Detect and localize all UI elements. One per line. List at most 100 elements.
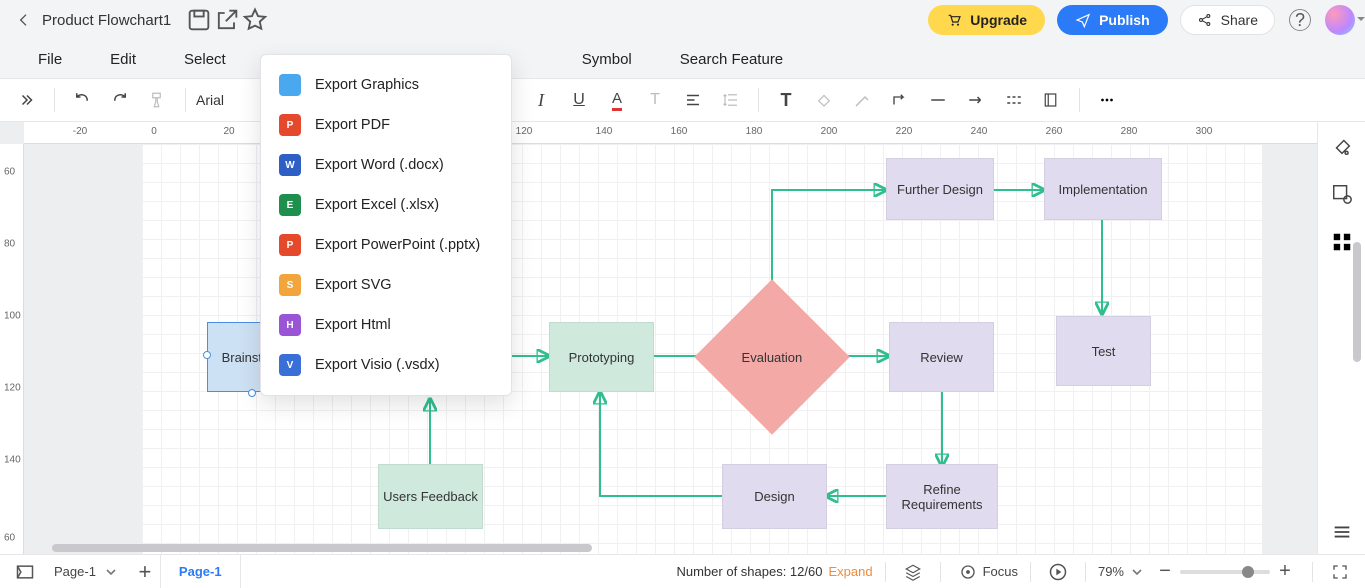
menu-select[interactable]: Select [184, 51, 226, 68]
node-users-feedback[interactable]: Users Feedback [378, 464, 483, 529]
publish-button[interactable]: Publish [1057, 5, 1168, 35]
canvas[interactable]: Brainstorm Prototyping Evaluation Review… [24, 144, 1317, 554]
star-icon[interactable] [241, 6, 269, 34]
back-button[interactable] [10, 6, 38, 34]
connector-style-icon[interactable] [883, 83, 917, 117]
file-type-icon: P [279, 234, 301, 256]
ruler-tick: 300 [1196, 126, 1213, 137]
ruler-tick: 100 [4, 311, 21, 322]
export-menu-label: Export SVG [315, 277, 392, 293]
layout-icon[interactable] [1035, 83, 1069, 117]
node-refine[interactable]: Refine Requirements [886, 464, 998, 529]
ruler-tick: 160 [671, 126, 688, 137]
line-style-icon[interactable] [921, 83, 955, 117]
user-avatar[interactable] [1325, 5, 1355, 35]
ruler-vertical: 60 80 100 120 140 60 [0, 144, 24, 554]
pages-panel-icon[interactable] [10, 557, 40, 587]
open-external-icon[interactable] [213, 6, 241, 34]
export-menu-item[interactable]: SExport SVG [261, 265, 511, 305]
more-icon[interactable] [1090, 83, 1124, 117]
arrow-style-icon[interactable] [959, 83, 993, 117]
expand-link[interactable]: Expand [828, 564, 872, 579]
export-menu-item[interactable]: VExport Visio (.vsdx) [261, 345, 511, 385]
menu-edit[interactable]: Edit [110, 51, 136, 68]
presentation-icon[interactable] [1043, 557, 1073, 587]
node-label: Review [920, 350, 963, 365]
horizontal-scrollbar[interactable] [52, 544, 592, 552]
cart-icon [946, 12, 962, 28]
fill-bucket-icon[interactable] [1328, 132, 1356, 160]
ruler-tick: 60 [4, 533, 15, 544]
text-tool-icon[interactable]: T [769, 83, 803, 117]
export-menu-item[interactable]: PExport PDF [261, 105, 511, 145]
status-bar: Page-1 + Page-1 Number of shapes: 12/60 … [0, 554, 1365, 588]
align-icon[interactable] [676, 83, 710, 117]
fullscreen-icon[interactable] [1325, 557, 1355, 587]
export-menu-item[interactable]: Export Graphics [261, 65, 511, 105]
line-spacing-icon[interactable] [714, 83, 748, 117]
node-further-design[interactable]: Further Design [886, 158, 994, 220]
page-dropdown[interactable]: Page-1 [40, 564, 130, 579]
node-design[interactable]: Design [722, 464, 827, 529]
undo-icon[interactable] [65, 83, 99, 117]
vertical-scrollbar[interactable] [1353, 242, 1361, 362]
file-type-icon: H [279, 314, 301, 336]
shape-count: Number of shapes: 12/60 [676, 564, 822, 579]
page-tab[interactable]: Page-1 [160, 555, 241, 588]
export-menu-item[interactable]: WExport Word (.docx) [261, 145, 511, 185]
export-menu-label: Export Word (.docx) [315, 157, 444, 173]
file-type-icon: V [279, 354, 301, 376]
focus-icon[interactable] [953, 557, 983, 587]
upgrade-button[interactable]: Upgrade [928, 5, 1045, 35]
zoom-out-icon[interactable]: − [1150, 557, 1180, 587]
menu-search[interactable]: Search Feature [680, 51, 783, 68]
menu-file[interactable]: File [38, 51, 62, 68]
font-color-icon[interactable]: A [600, 83, 634, 117]
format-painter-icon[interactable] [141, 83, 175, 117]
export-menu-label: Export Excel (.xlsx) [315, 197, 439, 213]
ruler-tick: 260 [1046, 126, 1063, 137]
add-page-button[interactable]: + [130, 557, 160, 587]
export-menu-item[interactable]: EExport Excel (.xlsx) [261, 185, 511, 225]
export-menu-item[interactable]: H Export Html [261, 305, 511, 345]
shape-settings-icon[interactable] [1328, 180, 1356, 208]
node-label: Design [754, 489, 794, 504]
fill-icon[interactable] [807, 83, 841, 117]
underline-icon[interactable]: U [562, 83, 596, 117]
file-type-icon: P [279, 114, 301, 136]
menu-symbol[interactable]: Symbol [582, 51, 632, 68]
workspace: -20 0 20 120 140 160 180 200 220 240 260… [0, 122, 1365, 554]
apps-grid-icon[interactable] [1328, 228, 1356, 256]
layers-icon[interactable] [898, 557, 928, 587]
zoom-level[interactable]: 79% [1098, 564, 1124, 579]
selection-handle[interactable] [248, 389, 256, 397]
node-label: Implementation [1059, 182, 1148, 197]
export-menu-item[interactable]: PExport PowerPoint (.pptx) [261, 225, 511, 265]
node-implementation[interactable]: Implementation [1044, 158, 1162, 220]
node-label: Evaluation [742, 350, 803, 365]
export-menu-label: Export Html [315, 317, 391, 333]
font-family[interactable]: Arial [196, 92, 256, 108]
dash-style-icon[interactable] [997, 83, 1031, 117]
selection-handle[interactable] [203, 351, 211, 359]
document-title: Product Flowchart1 [42, 12, 171, 29]
share-button[interactable]: Share [1180, 5, 1275, 35]
stroke-color-icon[interactable] [845, 83, 879, 117]
ruler-tick: 220 [896, 126, 913, 137]
node-review[interactable]: Review [889, 322, 994, 392]
node-prototyping[interactable]: Prototyping [549, 322, 654, 392]
upgrade-label: Upgrade [970, 12, 1027, 28]
node-test[interactable]: Test [1056, 316, 1151, 386]
expand-panel-icon[interactable] [10, 83, 44, 117]
help-icon[interactable]: ? [1289, 9, 1311, 31]
right-panel-menu-icon[interactable] [1328, 518, 1356, 546]
focus-label: Focus [983, 564, 1018, 579]
text-style-icon[interactable]: T [638, 83, 672, 117]
redo-icon[interactable] [103, 83, 137, 117]
save-icon[interactable] [185, 6, 213, 34]
italic-icon[interactable]: I [524, 83, 558, 117]
ruler-tick: 60 [4, 167, 15, 178]
zoom-in-icon[interactable]: + [1270, 557, 1300, 587]
zoom-slider[interactable] [1180, 570, 1270, 574]
send-icon [1075, 12, 1091, 28]
